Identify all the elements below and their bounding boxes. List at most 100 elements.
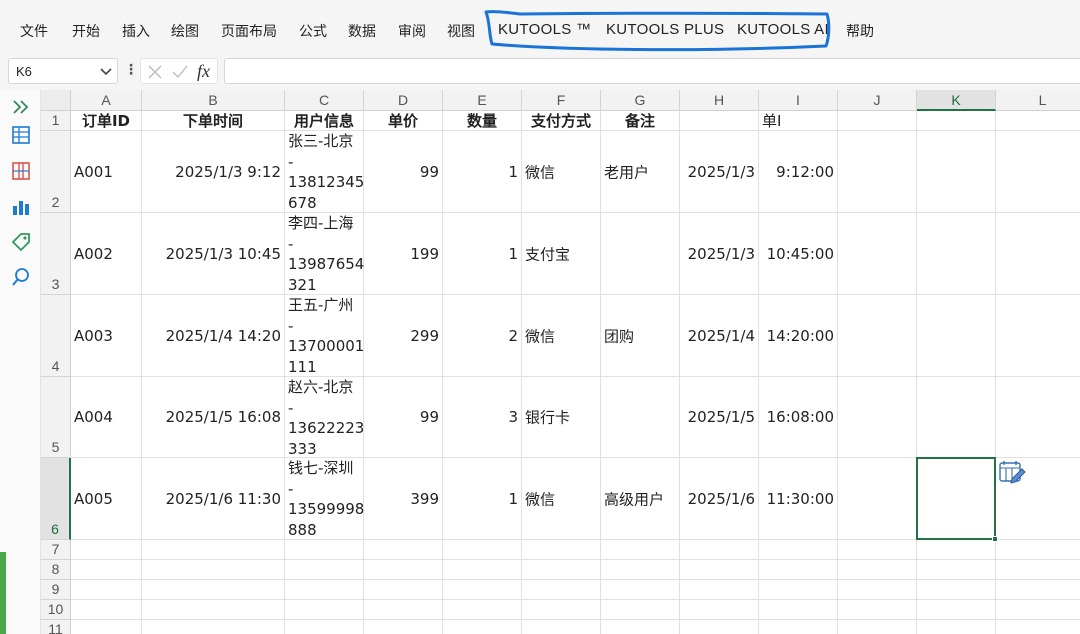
tab-kutools[interactable]: KUTOOLS ™	[498, 21, 591, 38]
cell-f2[interactable]: 微信	[522, 131, 601, 213]
cell-c7[interactable]	[285, 540, 364, 560]
cell-d2[interactable]: 99	[364, 131, 443, 213]
cell-e8[interactable]	[443, 560, 522, 580]
cell-h11[interactable]	[680, 620, 759, 634]
columns-icon[interactable]	[10, 160, 32, 182]
cell-e9[interactable]	[443, 580, 522, 600]
cell-b1[interactable]: 下单时间	[142, 111, 285, 131]
cell-a1[interactable]: 订单ID	[71, 111, 142, 131]
cell-e2[interactable]: 1	[443, 131, 522, 213]
cell-h5[interactable]: 2025/1/5	[680, 377, 759, 458]
column-header-h[interactable]: H	[680, 90, 759, 111]
tab-page-layout[interactable]: 页面布局	[221, 21, 277, 41]
select-all-corner[interactable]	[41, 90, 71, 111]
cell-g7[interactable]	[601, 540, 680, 560]
cell-g2[interactable]: 老用户	[601, 131, 680, 213]
cell-d5[interactable]: 99	[364, 377, 443, 458]
cell-c1[interactable]: 用户信息	[285, 111, 364, 131]
cell-i11[interactable]	[759, 620, 838, 634]
column-header-l[interactable]: L	[996, 90, 1080, 111]
cell-h2[interactable]: 2025/1/3	[680, 131, 759, 213]
row-header-1[interactable]: 1	[41, 111, 71, 131]
cell-f6[interactable]: 微信	[522, 458, 601, 540]
cell-e6[interactable]: 1	[443, 458, 522, 540]
cell-a10[interactable]	[71, 600, 142, 620]
tab-view[interactable]: 视图	[447, 21, 475, 41]
cell-e1[interactable]: 数量	[443, 111, 522, 131]
cell-c8[interactable]	[285, 560, 364, 580]
active-cell-border[interactable]	[916, 457, 996, 540]
cell-a6[interactable]: A005	[71, 458, 142, 540]
cell-g4[interactable]: 团购	[601, 295, 680, 377]
cell-i2[interactable]: 9:12:00	[759, 131, 838, 213]
cell-l4[interactable]	[996, 295, 1080, 377]
row-header-8[interactable]: 8	[41, 560, 71, 580]
cell-k10[interactable]	[917, 600, 996, 620]
cell-f7[interactable]	[522, 540, 601, 560]
cell-k11[interactable]	[917, 620, 996, 634]
cell-i4[interactable]: 14:20:00	[759, 295, 838, 377]
cell-a4[interactable]: A003	[71, 295, 142, 377]
cell-g8[interactable]	[601, 560, 680, 580]
cell-i9[interactable]	[759, 580, 838, 600]
row-header-10[interactable]: 10	[41, 600, 71, 620]
cell-c5[interactable]: 赵六-北京 - 13622223 333	[285, 377, 364, 458]
cell-a8[interactable]	[71, 560, 142, 580]
cell-k2[interactable]	[917, 131, 996, 213]
cell-k3[interactable]	[917, 213, 996, 295]
cell-l1[interactable]	[996, 111, 1080, 131]
cell-h9[interactable]	[680, 580, 759, 600]
row-header-2[interactable]: 2	[41, 131, 71, 213]
cancel-icon[interactable]	[147, 64, 163, 80]
column-header-d[interactable]: D	[364, 90, 443, 111]
cell-b7[interactable]	[142, 540, 285, 560]
cell-b6[interactable]: 2025/1/6 11:30	[142, 458, 285, 540]
cell-f11[interactable]	[522, 620, 601, 634]
cell-i10[interactable]	[759, 600, 838, 620]
tab-insert[interactable]: 插入	[122, 21, 150, 41]
cell-d3[interactable]: 199	[364, 213, 443, 295]
cell-k4[interactable]	[917, 295, 996, 377]
cell-a11[interactable]	[71, 620, 142, 634]
row-header-5[interactable]: 5	[41, 377, 71, 458]
cell-d6[interactable]: 399	[364, 458, 443, 540]
cell-h10[interactable]	[680, 600, 759, 620]
cell-b3[interactable]: 2025/1/3 10:45	[142, 213, 285, 295]
tab-home[interactable]: 开始	[72, 21, 100, 41]
cell-i6[interactable]: 11:30:00	[759, 458, 838, 540]
cell-e10[interactable]	[443, 600, 522, 620]
tab-kutools-ai[interactable]: KUTOOLS AI	[737, 21, 829, 38]
cell-l2[interactable]	[996, 131, 1080, 213]
column-header-c[interactable]: C	[285, 90, 364, 111]
cell-d7[interactable]	[364, 540, 443, 560]
bar-chart-icon[interactable]	[10, 196, 32, 218]
cell-j11[interactable]	[838, 620, 917, 634]
cell-b11[interactable]	[142, 620, 285, 634]
cell-f5[interactable]: 银行卡	[522, 377, 601, 458]
row-header-9[interactable]: 9	[41, 580, 71, 600]
quick-edit-icon[interactable]	[998, 459, 1026, 485]
column-header-f[interactable]: F	[522, 90, 601, 111]
cell-f8[interactable]	[522, 560, 601, 580]
cell-b4[interactable]: 2025/1/4 14:20	[142, 295, 285, 377]
formula-input[interactable]	[224, 58, 1080, 84]
cell-i3[interactable]: 10:45:00	[759, 213, 838, 295]
cell-k9[interactable]	[917, 580, 996, 600]
cell-e5[interactable]: 3	[443, 377, 522, 458]
cell-c6[interactable]: 钱七-深圳 - 13599998 888	[285, 458, 364, 540]
column-header-k[interactable]: K	[917, 90, 996, 111]
cell-b10[interactable]	[142, 600, 285, 620]
cell-i1[interactable]: 单I	[759, 111, 838, 131]
cell-c11[interactable]	[285, 620, 364, 634]
cell-f1[interactable]: 支付方式	[522, 111, 601, 131]
cell-a5[interactable]: A004	[71, 377, 142, 458]
cell-h6[interactable]: 2025/1/6	[680, 458, 759, 540]
cell-i5[interactable]: 16:08:00	[759, 377, 838, 458]
search-icon[interactable]	[10, 266, 32, 288]
insert-function-button[interactable]: fx	[197, 61, 210, 82]
cell-l8[interactable]	[996, 560, 1080, 580]
cell-g10[interactable]	[601, 600, 680, 620]
cell-l9[interactable]	[996, 580, 1080, 600]
cell-h8[interactable]	[680, 560, 759, 580]
confirm-icon[interactable]	[171, 64, 189, 80]
